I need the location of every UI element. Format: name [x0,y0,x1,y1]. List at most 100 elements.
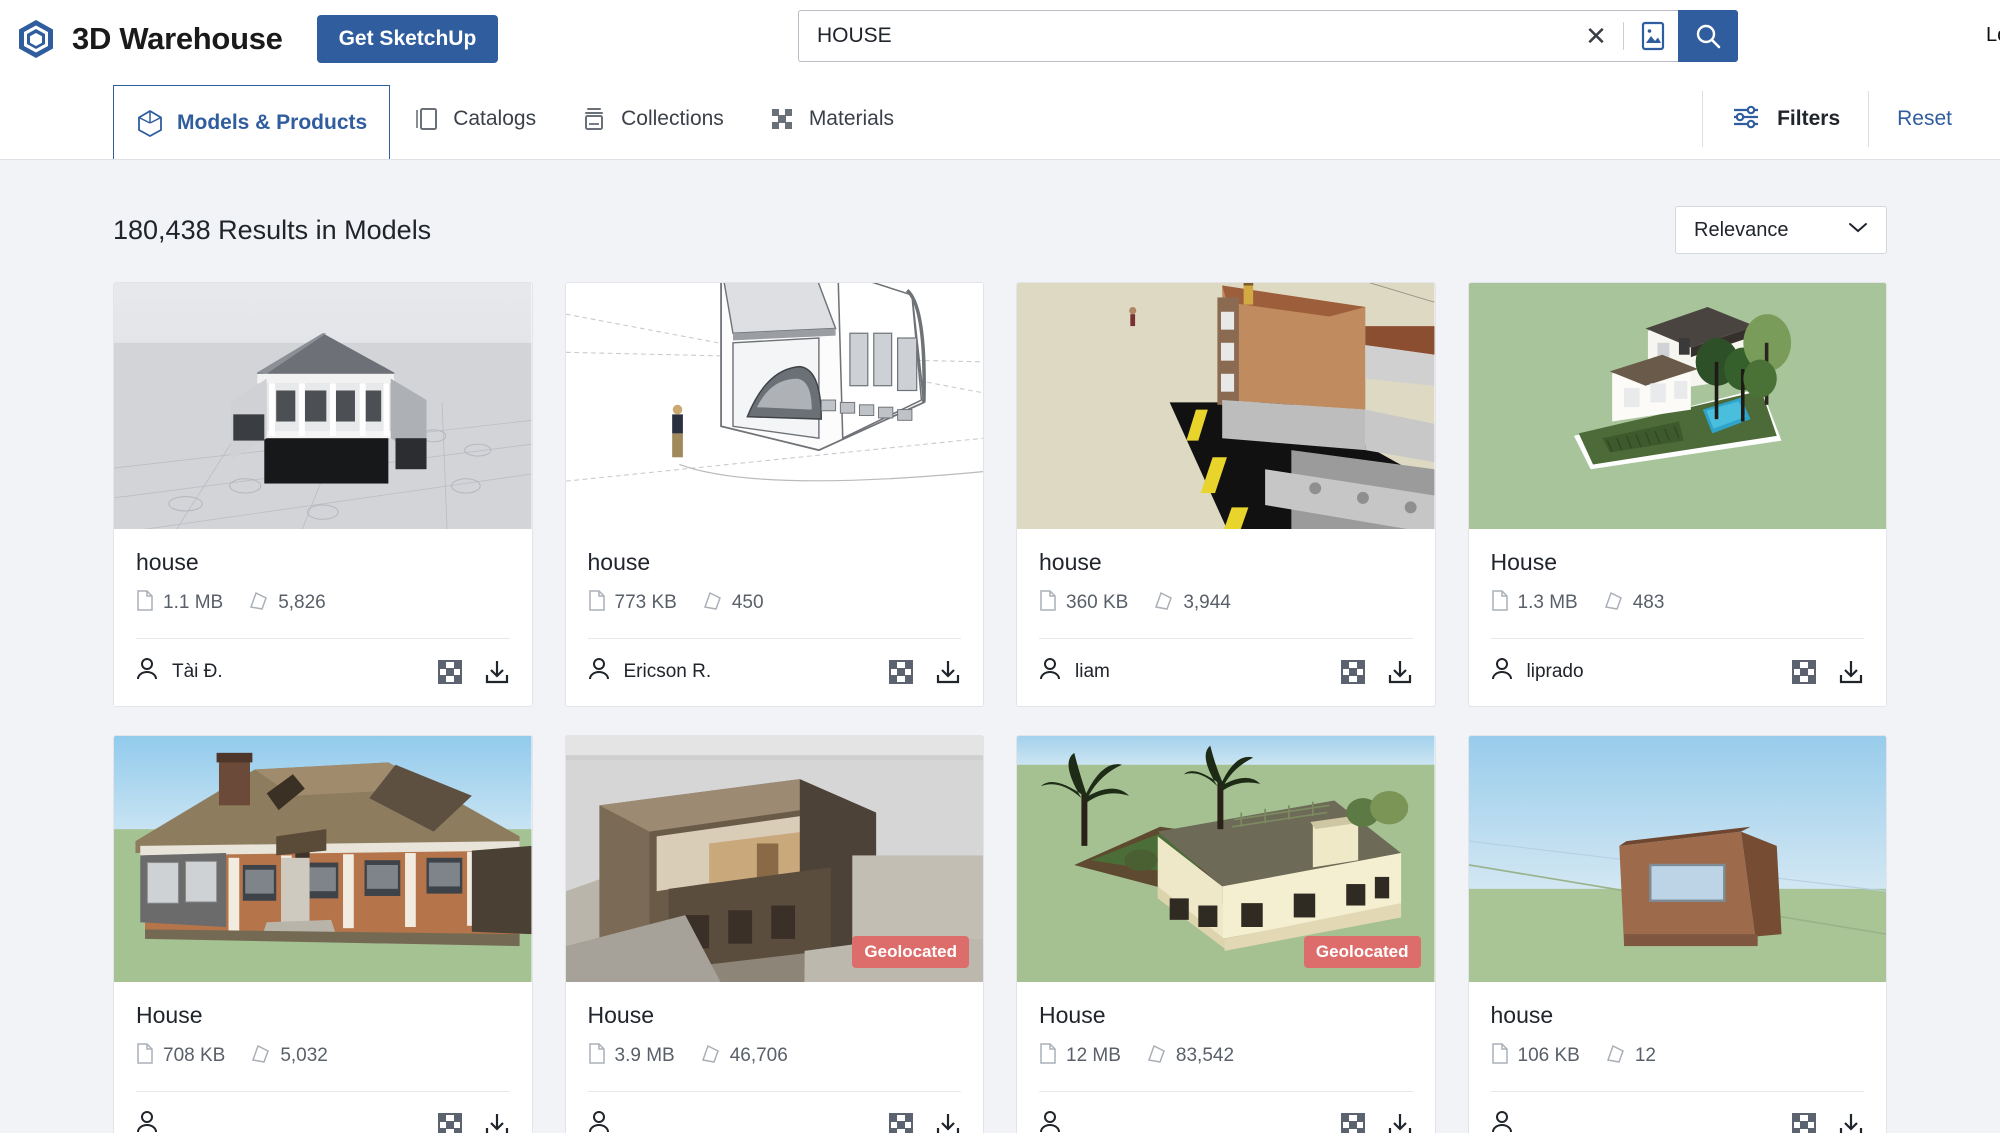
model-card[interactable]: House 708 KB 5,032 [113,735,533,1133]
model-thumbnail[interactable]: Geolocated [1017,736,1435,982]
file-icon [1039,590,1056,616]
filesize-value: 1.3 MB [1517,592,1578,613]
get-sketchup-button[interactable]: Get SketchUp [316,15,499,63]
card-actions [1792,1112,1864,1133]
geolocated-badge: Geolocated [1303,936,1421,968]
person-icon [136,1110,158,1133]
model-stats: 1.1 MB 5,826 [136,590,510,616]
model-info: House 708 KB 5,032 [114,982,532,1069]
login-link[interactable]: Log In [1986,24,2000,47]
download-icon[interactable] [1387,659,1413,685]
checker-material-icon[interactable] [1340,659,1365,684]
search-icon[interactable] [1678,10,1738,62]
model-title: house [1490,1002,1554,1028]
download-icon[interactable] [484,659,510,685]
model-author[interactable]: liprado [1491,657,1584,686]
download-icon[interactable] [1838,1112,1864,1133]
filesize-value: 106 KB [1517,1045,1580,1066]
model-author[interactable] [588,1110,624,1133]
download-icon[interactable] [1387,1112,1413,1133]
model-info: house 360 KB 3,944 [1017,529,1435,616]
app-header: 3D Warehouse Get SketchUp ✕ Log In [0,0,2000,78]
download-icon[interactable] [935,659,961,685]
person-icon [136,657,158,686]
download-icon[interactable] [1838,659,1864,685]
filters-button[interactable]: Filters [1703,104,1868,133]
polygons-stat: 83,542 [1147,1044,1234,1069]
polygons-stat: 450 [703,591,764,616]
model-card[interactable]: house 1.1 MB 5,826 Tài Đ. [113,282,533,707]
model-info: house 1.1 MB 5,826 [114,529,532,616]
checker-material-icon[interactable] [889,1112,913,1133]
filesize-value: 1.1 MB [163,592,224,613]
model-author[interactable]: Ericson R. [588,657,711,686]
model-thumbnail[interactable] [1468,283,1886,529]
checker-material-icon[interactable] [1792,659,1816,684]
polygons-stat: 5,826 [249,591,326,616]
tab-catalogs[interactable]: Catalogs [390,78,558,159]
model-card[interactable]: house 773 KB 450 Ericson R. [564,282,984,707]
image-search-icon[interactable] [1634,17,1672,55]
card-actions [1792,659,1864,685]
checker-material-icon[interactable] [437,659,462,684]
model-title: House [587,1002,654,1028]
download-icon[interactable] [484,1112,510,1133]
card-actions [889,659,961,685]
results-area: 180,438 Results in Models Relevance hous… [0,160,2000,1133]
model-author[interactable]: liam [1039,657,1110,686]
search-input[interactable] [817,24,1579,48]
model-card[interactable]: Geolocated House 12 MB 83,542 [1016,735,1436,1133]
file-icon [136,590,153,616]
download-icon[interactable] [935,1112,961,1133]
model-thumbnail[interactable] [1468,736,1886,982]
search-box[interactable]: ✕ [798,10,1678,62]
card-actions [437,659,510,685]
close-x-icon[interactable]: ✕ [1579,19,1613,53]
model-author[interactable] [1491,1110,1527,1133]
polygons-value: 46,706 [729,1045,788,1066]
reset-button[interactable]: Reset [1869,107,1980,131]
geolocated-badge: Geolocated [852,936,969,968]
model-author[interactable] [1039,1110,1075,1133]
filesize-stat: 1.1 MB [136,590,223,616]
filesize-stat: 1.3 MB [1491,590,1578,616]
model-footer [114,1092,532,1133]
model-thumbnail[interactable] [114,283,532,529]
tab-models-and-products[interactable]: Models & Products [113,85,391,159]
model-card[interactable]: house 106 KB 12 [1467,735,1887,1133]
model-thumbnail[interactable] [1017,283,1435,529]
model-author[interactable] [136,1110,172,1133]
filesize-value: 3.9 MB [614,1045,675,1066]
filters-label: Filters [1777,106,1841,130]
filesize-stat: 3.9 MB [588,1043,675,1069]
brand[interactable]: 3D Warehouse [14,17,283,61]
model-card[interactable]: House 1.3 MB 483 liprado [1467,282,1887,707]
checker-material-icon[interactable] [1340,1112,1365,1133]
polygons-stat: 46,706 [701,1044,788,1069]
model-card[interactable]: Geolocated House 3.9 MB 46,706 [564,735,984,1133]
model-thumbnail[interactable] [114,736,532,982]
author-name: liprado [1526,660,1584,682]
filesize-stat: 12 MB [1039,1043,1121,1069]
model-footer: liprado [1469,639,1887,706]
filesize-value: 773 KB [614,592,677,613]
model-thumbnail[interactable]: Geolocated [565,736,983,982]
tab-collections[interactable]: Collections [558,78,746,159]
model-card[interactable]: house 360 KB 3,944 liam [1016,282,1436,707]
person-icon [588,657,610,686]
checker-material-icon[interactable] [889,659,913,684]
sort-dropdown[interactable]: Relevance [1675,206,1887,254]
person-icon [1039,657,1061,686]
tab-label: Collections [621,106,724,130]
model-thumbnail[interactable] [565,283,983,529]
model-stats: 12 MB 83,542 [1039,1043,1413,1069]
model-author[interactable]: Tài Đ. [136,657,223,686]
checker-material-icon[interactable] [437,1112,462,1133]
model-title: house [587,549,651,575]
polygons-stat: 5,032 [251,1044,328,1069]
polygons-value: 83,542 [1175,1045,1235,1066]
checker-material-icon[interactable] [1792,1112,1816,1133]
tab-materials[interactable]: Materials [746,78,916,159]
model-footer [1017,1092,1435,1133]
polygons-stat: 483 [1604,591,1664,616]
